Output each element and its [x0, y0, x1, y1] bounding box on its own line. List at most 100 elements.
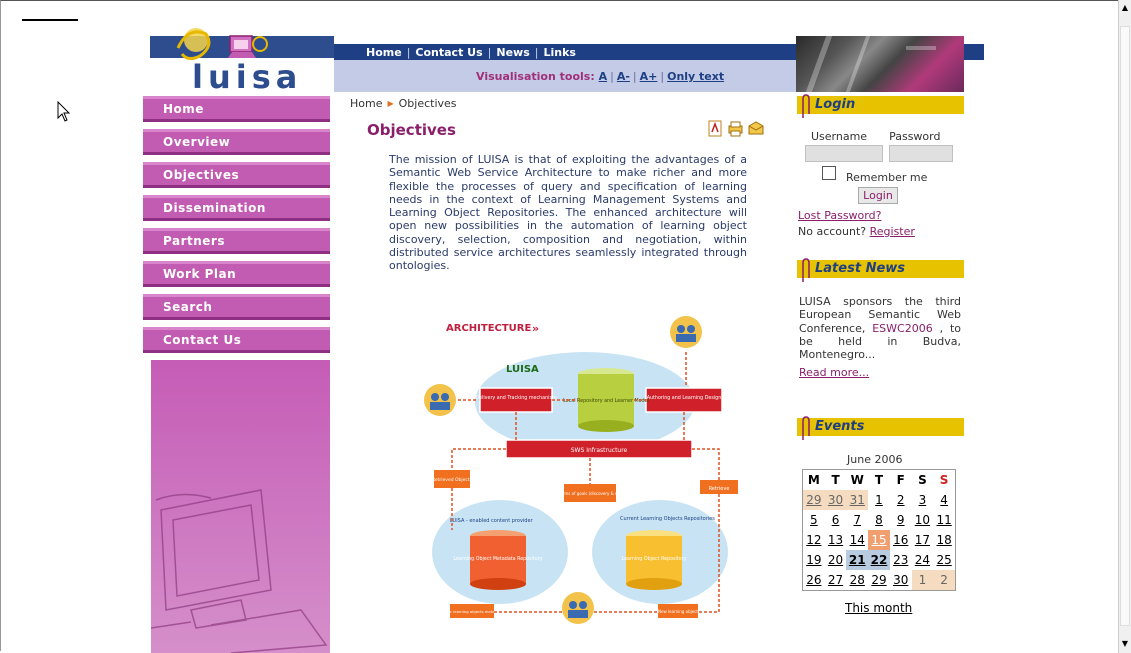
breadcrumb-arrow-icon: ▶ — [387, 99, 394, 108]
calendar-week: 19 20 21 22 23 24 25 — [803, 550, 956, 570]
pdf-icon[interactable] — [707, 120, 724, 137]
scroll-down-icon[interactable]: ▼ — [1120, 638, 1130, 650]
paperclip-icon — [802, 258, 810, 282]
calendar-day[interactable]: 13 — [825, 530, 847, 550]
calendar-day[interactable]: 24 — [912, 550, 934, 570]
sidebar-item-work-plan[interactable]: Work Plan — [143, 261, 330, 287]
enabled-provider-label: LUISA - enabled content provider — [450, 518, 534, 524]
breadcrumb-current: Objectives — [398, 97, 457, 110]
calendar-day[interactable]: 26 — [803, 570, 825, 591]
topnav-news[interactable]: News — [496, 46, 529, 59]
email-icon[interactable] — [747, 120, 764, 137]
user-icon — [562, 592, 594, 624]
print-icon[interactable] — [727, 120, 744, 137]
calendar-day[interactable]: 19 — [803, 550, 825, 570]
weekday: T — [831, 473, 840, 487]
topnav-separator: | — [487, 45, 492, 59]
remember-me-checkbox[interactable] — [822, 166, 836, 180]
calendar-week: 5 6 7 8 9 10 11 — [803, 510, 956, 530]
calendar-day-today[interactable]: 15 — [868, 530, 890, 550]
login-button[interactable]: Login — [858, 187, 898, 204]
sidebar-item-partners[interactable]: Partners — [143, 228, 330, 254]
font-larger-link[interactable]: A+ — [640, 70, 658, 83]
no-account-text: No account? Register — [798, 225, 915, 238]
calendar-day[interactable]: 8 — [868, 510, 890, 530]
sidebar-item-objectives[interactable]: Objectives — [143, 162, 330, 188]
calendar-day[interactable]: 31 — [846, 490, 869, 510]
register-link[interactable]: Register — [870, 225, 915, 238]
calendar-day[interactable]: 28 — [846, 570, 868, 591]
calendar-day[interactable]: 6 — [825, 510, 847, 530]
calendar-day[interactable]: 18 — [933, 530, 955, 550]
topnav-links[interactable]: Links — [543, 46, 575, 59]
calendar-day-event[interactable]: 22 — [868, 550, 890, 570]
header-band-end — [964, 44, 984, 60]
breadcrumb: Home ▶ Objectives — [350, 97, 457, 110]
public-lo-label: Public learning objects metadata — [441, 609, 503, 614]
calendar-day[interactable]: 29 — [802, 490, 825, 510]
calendar-day[interactable]: 16 — [890, 530, 912, 550]
vertical-scrollbar[interactable]: ▲ ▼ — [1118, 0, 1131, 653]
sidebar-item-dissemination[interactable]: Dissemination — [143, 195, 330, 221]
calendar-day[interactable]: 23 — [890, 550, 912, 570]
new-lo-label: New learning object — [658, 609, 698, 614]
calendar-day[interactable]: 1 — [911, 570, 934, 591]
calendar-day[interactable]: 20 — [825, 550, 847, 570]
user-icon — [424, 384, 456, 416]
calendar-day[interactable]: 11 — [933, 510, 955, 530]
login-labels: Username Password — [811, 130, 940, 143]
topnav-contact-us[interactable]: Contact Us — [415, 46, 482, 59]
scroll-thumb[interactable] — [1120, 26, 1130, 626]
calendar-day[interactable]: 12 — [803, 530, 825, 550]
calendar-day[interactable]: 29 — [868, 570, 890, 591]
topnav-home[interactable]: Home — [366, 46, 402, 59]
vis-separator: | — [610, 70, 614, 83]
calendar-day[interactable]: 14 — [846, 530, 868, 550]
calendar-day[interactable]: 4 — [933, 490, 955, 510]
events-header: Events — [797, 418, 964, 436]
remember-me-label: Remember me — [846, 171, 928, 184]
calendar-day[interactable]: 27 — [825, 570, 847, 591]
only-text-link[interactable]: Only text — [667, 70, 724, 83]
retrieve-label: Retrieve — [709, 486, 730, 492]
calendar-day[interactable]: 10 — [912, 510, 934, 530]
vis-separator: | — [632, 70, 637, 83]
calendar-day[interactable]: 30 — [890, 570, 912, 591]
calendar-day[interactable]: 30 — [824, 490, 847, 510]
calendar-day[interactable]: 1 — [868, 490, 890, 510]
lost-password-link[interactable]: Lost Password? — [798, 209, 881, 222]
local-repo-cylinder-base — [578, 420, 634, 432]
sidebar-item-home[interactable]: Home — [143, 96, 330, 122]
calendar-day[interactable]: 25 — [933, 550, 955, 570]
read-more-link[interactable]: Read more... — [799, 366, 869, 379]
calendar-day[interactable]: 5 — [803, 510, 825, 530]
calendar-day[interactable]: 7 — [846, 510, 868, 530]
architecture-diagram: ARCHITECTURE » LUISA Delivery and Tracki… — [424, 316, 738, 624]
calendar-day[interactable]: 9 — [890, 510, 912, 530]
sidebar-item-contact-us[interactable]: Contact Us — [143, 327, 330, 353]
computer-sketch-icon — [151, 489, 328, 653]
calendar-day[interactable]: 2 — [890, 490, 912, 510]
visualisation-label: Visualisation tools: — [476, 70, 595, 83]
breadcrumb-home[interactable]: Home — [350, 97, 382, 110]
calendar-day[interactable]: 3 — [912, 490, 934, 510]
calendar-day[interactable]: 2 — [933, 570, 956, 591]
news-item: LUISA sponsors the third European Semant… — [799, 295, 961, 361]
weekday: W — [850, 473, 864, 487]
login-header: Login — [797, 96, 964, 114]
sidebar-item-search[interactable]: Search — [143, 294, 330, 320]
scroll-up-icon[interactable]: ▲ — [1120, 2, 1130, 14]
password-field[interactable] — [889, 145, 953, 162]
font-smaller-link[interactable]: A- — [617, 70, 630, 83]
calendar-day[interactable]: 17 — [912, 530, 934, 550]
this-month-link[interactable]: This month — [845, 601, 912, 615]
eswc-link[interactable]: ESWC2006 — [872, 322, 932, 335]
lom-cylinder-base — [470, 578, 526, 590]
username-field[interactable] — [805, 145, 883, 162]
ask-label: Ask in terms of goals (discovery & selec… — [545, 491, 635, 496]
local-repo-label: Local Repository and Learner Model — [563, 398, 649, 404]
calendar-month: June 2006 — [847, 453, 903, 466]
font-normal-link[interactable]: A — [599, 70, 608, 83]
sidebar-item-overview[interactable]: Overview — [143, 129, 330, 155]
calendar-day-event[interactable]: 21 — [846, 550, 869, 570]
